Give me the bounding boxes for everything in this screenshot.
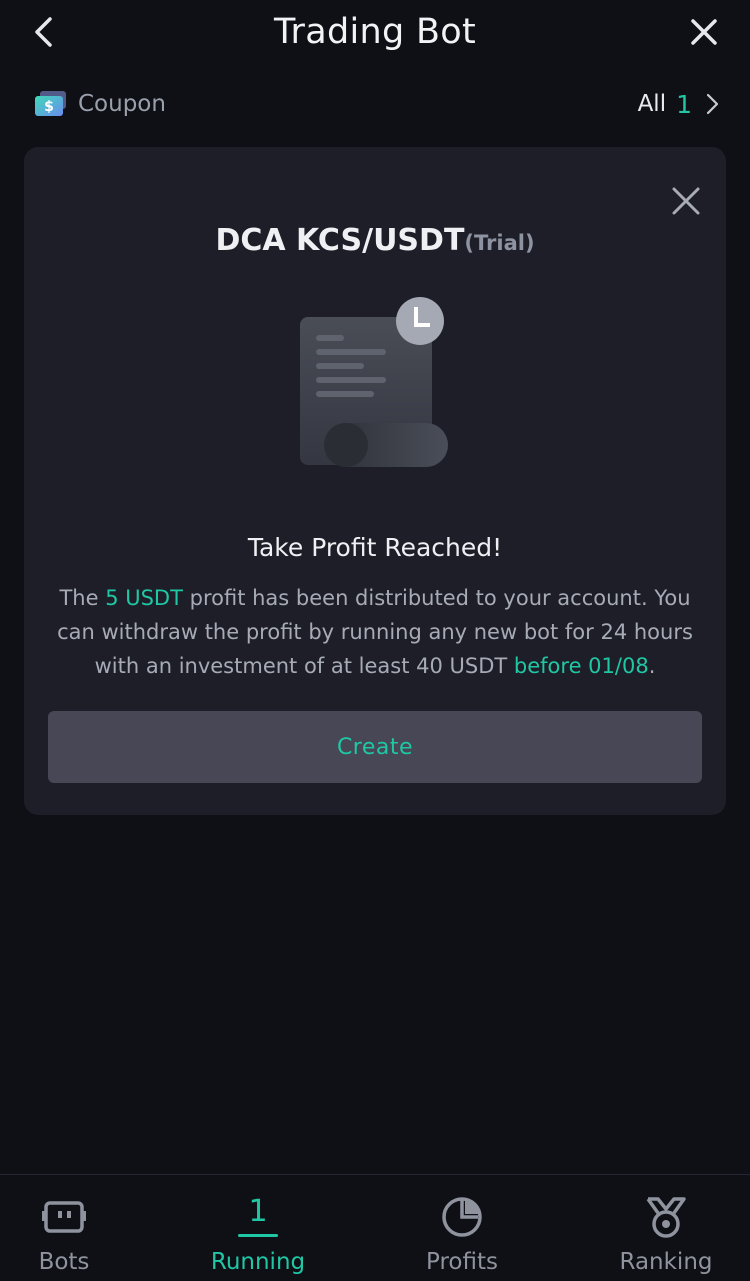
top-bar: Trading Bot [0, 0, 750, 68]
svg-text:$: $ [44, 99, 54, 115]
nav-bots[interactable]: Bots [14, 1175, 114, 1281]
result-description: The 5 USDT profit has been distributed t… [54, 581, 696, 683]
coupon-ticket-icon: $ [35, 91, 66, 116]
active-tab-underline [238, 1234, 278, 1237]
bottom-nav: Bots 1 Running Profits Ranking [0, 1174, 750, 1281]
close-button[interactable] [684, 12, 724, 52]
card-close-button[interactable] [668, 183, 704, 219]
bots-icon-wrap [42, 1187, 86, 1247]
chevron-right-icon [706, 93, 719, 115]
pie-chart-icon [442, 1197, 482, 1237]
medal-icon [646, 1197, 686, 1238]
running-indicator: 1 [238, 1187, 278, 1247]
running-count: 1 [248, 1194, 268, 1229]
bot-title: DCA KCS/USDT(Trial) [24, 223, 726, 258]
bot-icon [42, 1201, 86, 1233]
coupon-entry[interactable]: $ Coupon [34, 90, 166, 118]
nav-label-running: Running [210, 1249, 306, 1275]
page-title: Trading Bot [274, 12, 476, 52]
trial-tag: (Trial) [464, 231, 535, 255]
receipt-clock-icon [300, 297, 448, 467]
all-label: All [637, 91, 667, 117]
nav-profits[interactable]: Profits [410, 1175, 514, 1281]
nav-label-bots: Bots [38, 1249, 90, 1275]
coupon-count: 1 [676, 89, 692, 119]
desc-text: The [59, 586, 106, 610]
close-icon [691, 19, 717, 45]
coupon-all-link[interactable]: All 1 [638, 90, 722, 119]
deadline-date: before 01/08 [513, 654, 649, 678]
create-button[interactable]: Create [48, 711, 702, 783]
nav-label-ranking: Ranking [619, 1249, 713, 1275]
trading-bot-screen: Trading Bot $ Coupon All 1 DCA KCS/USDT(… [0, 0, 750, 1281]
nav-running[interactable]: 1 Running [198, 1175, 318, 1281]
close-icon [672, 187, 700, 215]
bot-result-card: DCA KCS/USDT(Trial) Take Profit Reached!… [24, 147, 726, 815]
bot-pair: DCA KCS/USDT [215, 223, 465, 258]
nav-label-profits: Profits [426, 1249, 498, 1275]
result-heading: Take Profit Reached! [247, 533, 503, 562]
coupon-label: Coupon [78, 91, 166, 117]
profit-amount: 5 USDT [105, 586, 183, 610]
ranking-icon-wrap [644, 1187, 688, 1247]
profits-icon-wrap [440, 1187, 484, 1247]
desc-text: . [648, 654, 656, 678]
coupon-row: $ Coupon All 1 [34, 84, 722, 124]
nav-ranking[interactable]: Ranking [612, 1175, 720, 1281]
